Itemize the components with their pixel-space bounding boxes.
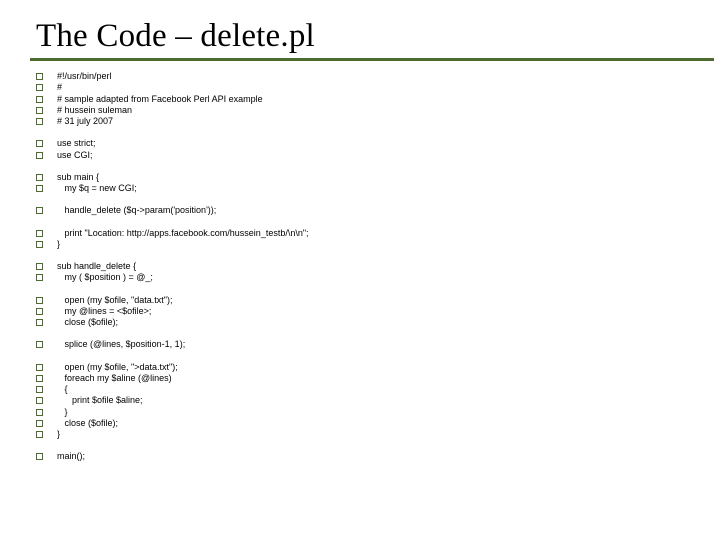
bullet-icon [36,319,43,326]
bullet-icon [36,409,43,416]
bullet-icon [36,297,43,304]
bullet-icon [36,341,43,348]
code-line: open (my $ofile, "data.txt"); [36,295,690,306]
code-text: sub handle_delete { [57,261,136,272]
code-group: splice (@lines, $position-1, 1); [36,339,690,350]
code-line: sub handle_delete { [36,261,690,272]
code-line: foreach my $aline (@lines) [36,373,690,384]
code-text: #!/usr/bin/perl [57,71,112,82]
code-line: open (my $ofile, ">data.txt"); [36,362,690,373]
code-text: my @lines = <$ofile>; [57,306,151,317]
code-text: foreach my $aline (@lines) [57,373,172,384]
bullet-icon [36,364,43,371]
bullet-icon [36,152,43,159]
bullet-icon [36,263,43,270]
code-line: } [36,407,690,418]
slide: The Code – delete.pl #!/usr/bin/perl## s… [0,0,720,540]
code-text: use CGI; [57,150,93,161]
code-text: # [57,82,62,93]
code-group: sub main { my $q = new CGI; [36,172,690,195]
code-text: # hussein suleman [57,105,132,116]
code-text: main(); [57,451,85,462]
code-text: } [57,239,60,250]
bullet-icon [36,386,43,393]
code-line: # sample adapted from Facebook Perl API … [36,94,690,105]
bullet-icon [36,420,43,427]
code-line: use strict; [36,138,690,149]
code-line: } [36,429,690,440]
code-group: print "Location: http://apps.facebook.co… [36,228,690,251]
code-line: print "Location: http://apps.facebook.co… [36,228,690,239]
code-text: close ($ofile); [57,418,118,429]
code-line: #!/usr/bin/perl [36,71,690,82]
bullet-icon [36,397,43,404]
code-text: } [57,407,68,418]
code-line: handle_delete ($q->param('position')); [36,205,690,216]
code-group: handle_delete ($q->param('position')); [36,205,690,216]
bullet-icon [36,185,43,192]
code-line: # hussein suleman [36,105,690,116]
code-line: close ($ofile); [36,317,690,328]
code-content: #!/usr/bin/perl## sample adapted from Fa… [36,71,690,463]
code-text: use strict; [57,138,96,149]
bullet-icon [36,241,43,248]
bullet-icon [36,107,43,114]
bullet-icon [36,73,43,80]
code-line: # 31 july 2007 [36,116,690,127]
bullet-icon [36,308,43,315]
code-group: main(); [36,451,690,462]
title-underline [30,58,714,61]
code-line: # [36,82,690,93]
page-title: The Code – delete.pl [36,18,690,55]
code-line: print $ofile $aline; [36,395,690,406]
code-text: my $q = new CGI; [57,183,137,194]
bullet-icon [36,118,43,125]
code-line: { [36,384,690,395]
bullet-icon [36,431,43,438]
code-line: main(); [36,451,690,462]
code-text: my ( $position ) = @_; [57,272,153,283]
code-line: my @lines = <$ofile>; [36,306,690,317]
bullet-icon [36,174,43,181]
code-line: my $q = new CGI; [36,183,690,194]
code-text: splice (@lines, $position-1, 1); [57,339,185,350]
bullet-icon [36,375,43,382]
bullet-icon [36,140,43,147]
code-line: use CGI; [36,150,690,161]
code-group: #!/usr/bin/perl## sample adapted from Fa… [36,71,690,127]
code-text: # sample adapted from Facebook Perl API … [57,94,263,105]
code-text: open (my $ofile, ">data.txt"); [57,362,178,373]
code-text: close ($ofile); [57,317,118,328]
code-line: close ($ofile); [36,418,690,429]
code-text: { [57,384,68,395]
code-group: open (my $ofile, "data.txt"); my @lines … [36,295,690,329]
code-text: print $ofile $aline; [57,395,143,406]
code-text: print "Location: http://apps.facebook.co… [57,228,309,239]
code-line: sub main { [36,172,690,183]
code-line: } [36,239,690,250]
code-group: open (my $ofile, ">data.txt"); foreach m… [36,362,690,441]
code-line: splice (@lines, $position-1, 1); [36,339,690,350]
code-text: sub main { [57,172,99,183]
bullet-icon [36,230,43,237]
bullet-icon [36,207,43,214]
code-group: sub handle_delete { my ( $position ) = @… [36,261,690,284]
code-text: } [57,429,60,440]
code-text: # 31 july 2007 [57,116,113,127]
code-text: open (my $ofile, "data.txt"); [57,295,172,306]
bullet-icon [36,96,43,103]
code-text: handle_delete ($q->param('position')); [57,205,216,216]
bullet-icon [36,84,43,91]
bullet-icon [36,453,43,460]
code-line: my ( $position ) = @_; [36,272,690,283]
bullet-icon [36,274,43,281]
code-group: use strict;use CGI; [36,138,690,161]
